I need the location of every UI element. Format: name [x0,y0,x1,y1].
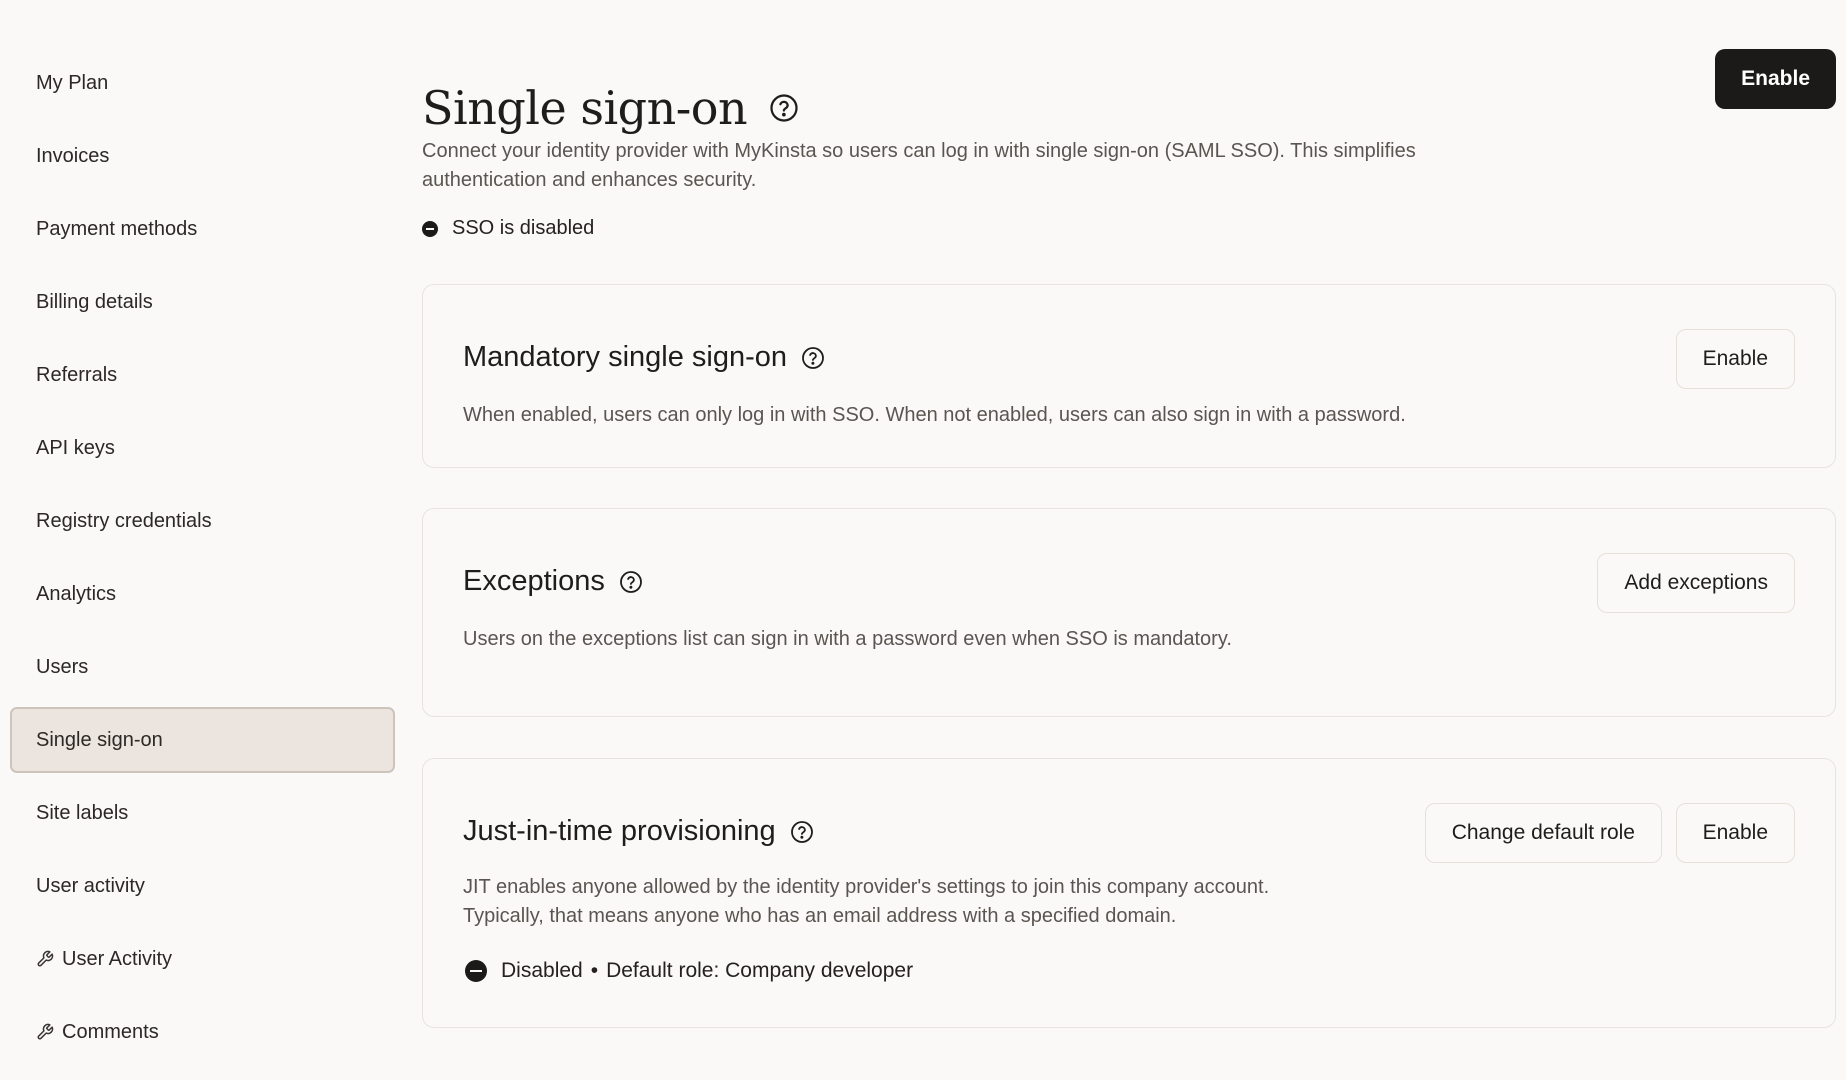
wrench-icon [36,950,54,968]
wrench-icon [36,1023,54,1041]
card-description-line: JIT enables anyone allowed by the identi… [463,876,1270,898]
card-title-text: Mandatory single sign-on [463,341,788,373]
intro-text: Connect your identity provider with MyKi… [422,140,1416,191]
main-content: Single sign-on Enable Connect your ident… [422,0,1836,1080]
sidebar-item-label: Billing details [36,290,153,313]
card-description: JIT enables anyone allowed by the identi… [463,873,1269,931]
sidebar-item-my-plan[interactable]: My Plan [10,50,395,116]
sidebar-item-users[interactable]: Users [10,634,395,700]
page-title-text: Single sign-on [422,80,748,135]
sidebar-item-api-keys[interactable]: API keys [10,415,395,481]
sidebar-item-billing-details[interactable]: Billing details [10,269,395,335]
sso-status-text: SSO is disabled [452,217,595,239]
card-title-text: Exceptions [463,565,605,597]
sidebar-item-payment-methods[interactable]: Payment methods [10,196,395,262]
jit-provisioning-card: Just-in-time provisioning JIT enables an… [422,758,1836,1028]
help-icon[interactable] [619,570,643,594]
sidebar-item-registry-credentials[interactable]: Registry credentials [10,488,395,554]
sidebar-item-label: API keys [36,436,115,459]
card-description-line: Typically, that means anyone who has an … [463,905,1177,927]
add-exceptions-button[interactable]: Add exceptions [1597,553,1795,613]
sidebar: My Plan Invoices Payment methods Billing… [0,0,405,1080]
sidebar-item-invoices[interactable]: Invoices [10,123,395,189]
sidebar-item-label: Referrals [36,363,118,386]
sidebar-item-label: Analytics [36,582,117,605]
sidebar-item-label: Payment methods [36,217,198,240]
separator-dot: • [590,959,599,982]
card-title: Just-in-time provisioning [463,815,814,848]
jit-status: Disabled • Default role: Company develop… [465,959,913,983]
mandatory-sso-card: Mandatory single sign-on When enabled, u… [422,284,1836,468]
enable-mandatory-sso-button[interactable]: Enable [1675,329,1795,389]
sidebar-item-label: Users [36,655,89,678]
sidebar-item-label: Single sign-on [36,728,163,751]
card-description: When enabled, users can only log in with… [463,404,1406,426]
page-title: Single sign-on [422,81,799,135]
sidebar-item-user-activity[interactable]: User activity [10,853,395,919]
sidebar-item-referrals[interactable]: Referrals [10,342,395,408]
sidebar-item-user-activity-dev[interactable]: User Activity [10,926,395,992]
sidebar-item-label: Invoices [36,144,110,167]
change-default-role-button[interactable]: Change default role [1424,803,1662,863]
help-icon[interactable] [790,820,814,844]
help-icon[interactable] [801,346,825,370]
enable-jit-button[interactable]: Enable [1675,803,1795,863]
card-title-text: Just-in-time provisioning [463,815,776,847]
disabled-status-icon [422,220,438,237]
sidebar-item-analytics[interactable]: Analytics [10,561,395,627]
sidebar-item-single-sign-on[interactable]: Single sign-on [10,707,395,773]
sidebar-item-label: My Plan [36,71,109,94]
default-role-text: Default role: Company developer [606,959,914,982]
sidebar-item-label: Site labels [36,801,129,824]
sidebar-item-label: Comments [62,1020,159,1043]
sidebar-item-label: User Activity [62,947,173,970]
card-description: Users on the exceptions list can sign in… [463,628,1232,650]
sidebar-item-label: Registry credentials [36,509,212,532]
sidebar-item-comments[interactable]: Comments [10,999,395,1065]
help-icon[interactable] [769,93,799,123]
exceptions-card: Exceptions Users on the exceptions list … [422,508,1836,717]
sidebar-item-site-labels[interactable]: Site labels [10,780,395,846]
sidebar-item-label: User activity [36,874,145,897]
sso-status: SSO is disabled [422,217,594,240]
disabled-status-icon [465,960,487,982]
enable-sso-button[interactable]: Enable [1715,49,1836,109]
jit-status-text: Disabled [501,959,583,982]
card-title: Exceptions [463,565,643,598]
card-title: Mandatory single sign-on [463,341,825,374]
